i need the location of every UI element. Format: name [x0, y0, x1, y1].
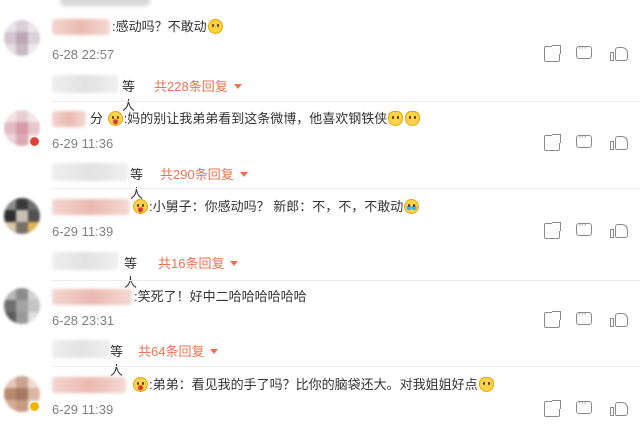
divider — [52, 366, 640, 367]
comment-text: :笑死了！好中二哈哈哈哈哈哈 — [134, 289, 307, 304]
member-badge-icon — [29, 401, 40, 412]
avatar[interactable] — [4, 288, 40, 324]
reply-count-link[interactable]: 共228条回复 — [154, 76, 242, 95]
comment-date: 6-29 11:39 — [52, 224, 114, 239]
divider — [52, 280, 640, 281]
thumbs-up-icon[interactable] — [610, 312, 628, 328]
comment-text: :弟弟：看见我的手了吗？比你的脑袋还大。对我姐姐好点 — [149, 377, 478, 392]
cat-emoji-icon — [405, 111, 421, 126]
reply-count-link[interactable]: 共64条回复 — [138, 341, 219, 360]
comment-icon[interactable] — [576, 397, 592, 414]
comment-item: :弟弟：看见我的手了吗？比你的脑袋还大。对我姐姐好点 6-29 11:39 — [0, 368, 640, 425]
comment-icon[interactable] — [576, 219, 592, 236]
comment-list: :感动吗？不敢动 6-28 22:57 等人 共228条回复 分 :妈的别让 — [0, 0, 640, 425]
avatar[interactable] — [4, 198, 40, 234]
comment-text: :小舅子：你感动吗？ 新郎：不，不，不敢动 — [149, 199, 404, 214]
comment-date: 6-29 11:36 — [52, 136, 114, 151]
comment-item: :感动吗？不敢动 6-28 22:57 等人 共228条回复 — [0, 10, 640, 113]
comment-text-row: :小舅子：你感动吗？ 新郎：不，不，不敢动 — [132, 199, 420, 215]
chevron-down-icon — [230, 261, 239, 266]
reply-count-link[interactable]: 共290条回复 — [160, 164, 248, 183]
username-blurred[interactable] — [52, 199, 130, 215]
comment-icon[interactable] — [576, 308, 592, 325]
replier-names-blurred — [52, 163, 128, 181]
username-blurred[interactable] — [52, 19, 110, 35]
replier-names-blurred — [52, 75, 118, 93]
comment-date: 6-28 22:57 — [52, 47, 115, 62]
username-blurred[interactable] — [52, 377, 126, 393]
comment-text: :感动吗？不敢动 — [112, 19, 207, 34]
verified-badge-icon — [29, 136, 40, 147]
comment-text-row: :弟弟：看见我的手了吗？比你的脑袋还大。对我姐姐好点 — [132, 377, 495, 393]
share-icon[interactable] — [544, 45, 561, 62]
cat-emoji-icon — [388, 111, 404, 126]
comment-text-row: :笑死了！好中二哈哈哈哈哈哈 — [134, 289, 307, 305]
comment-actions — [540, 397, 640, 419]
chevron-down-icon — [239, 172, 248, 177]
username-fragment: 分 — [90, 111, 104, 126]
thumbs-up-icon[interactable] — [610, 46, 628, 62]
comment-actions — [540, 42, 640, 64]
thumbs-up-icon[interactable] — [610, 401, 628, 417]
username-blurred[interactable] — [52, 111, 86, 127]
share-icon[interactable] — [544, 311, 561, 328]
comment-actions — [540, 131, 640, 153]
chevron-down-icon — [233, 84, 242, 89]
username-blurred[interactable] — [52, 289, 132, 305]
chevron-down-icon — [210, 349, 219, 354]
replier-names-blurred — [52, 340, 110, 358]
comment-text-row: :感动吗？不敢动 — [112, 19, 224, 35]
cry-laugh-emoji-icon — [404, 199, 420, 214]
fan-badge-icon — [107, 111, 123, 126]
share-icon[interactable] — [544, 134, 561, 151]
divider — [52, 188, 640, 189]
comment-item: :小舅子：你感动吗？ 新郎：不，不，不敢动 6-29 11:39 等人 共16条… — [0, 190, 640, 290]
share-icon[interactable] — [544, 400, 561, 417]
comment-date: 6-28 23:31 — [52, 313, 115, 328]
comment-date: 6-29 11:39 — [52, 402, 114, 417]
comment-text: :妈的别让我弟弟看到这条微博，他喜欢钢铁侠 — [123, 111, 388, 126]
cat-emoji-icon — [478, 377, 494, 392]
reply-count-link[interactable]: 共16条回复 — [158, 253, 239, 272]
comment-icon[interactable] — [576, 42, 592, 59]
comment-text-row: 分 :妈的别让我弟弟看到这条微博，他喜欢钢铁侠 — [90, 111, 421, 127]
replier-names-blurred — [52, 252, 118, 270]
comment-icon[interactable] — [576, 131, 592, 148]
fan-badge-icon — [133, 199, 148, 214]
avatar[interactable] — [4, 20, 40, 56]
laugh-emoji-icon — [207, 19, 223, 34]
comment-item: :笑死了！好中二哈哈哈哈哈哈 6-28 23:31 等人 共64条回复 — [0, 282, 640, 378]
comment-item: 分 :妈的别让我弟弟看到这条微博，他喜欢钢铁侠 6-29 11:36 等人 共2… — [0, 102, 640, 201]
comment-actions — [540, 219, 640, 241]
fan-badge-icon — [133, 377, 148, 392]
share-icon[interactable] — [544, 222, 561, 239]
previous-comment-fragment — [0, 0, 640, 8]
thumbs-up-icon[interactable] — [610, 223, 628, 239]
thumbs-up-icon[interactable] — [610, 135, 628, 151]
comment-actions — [540, 308, 640, 330]
